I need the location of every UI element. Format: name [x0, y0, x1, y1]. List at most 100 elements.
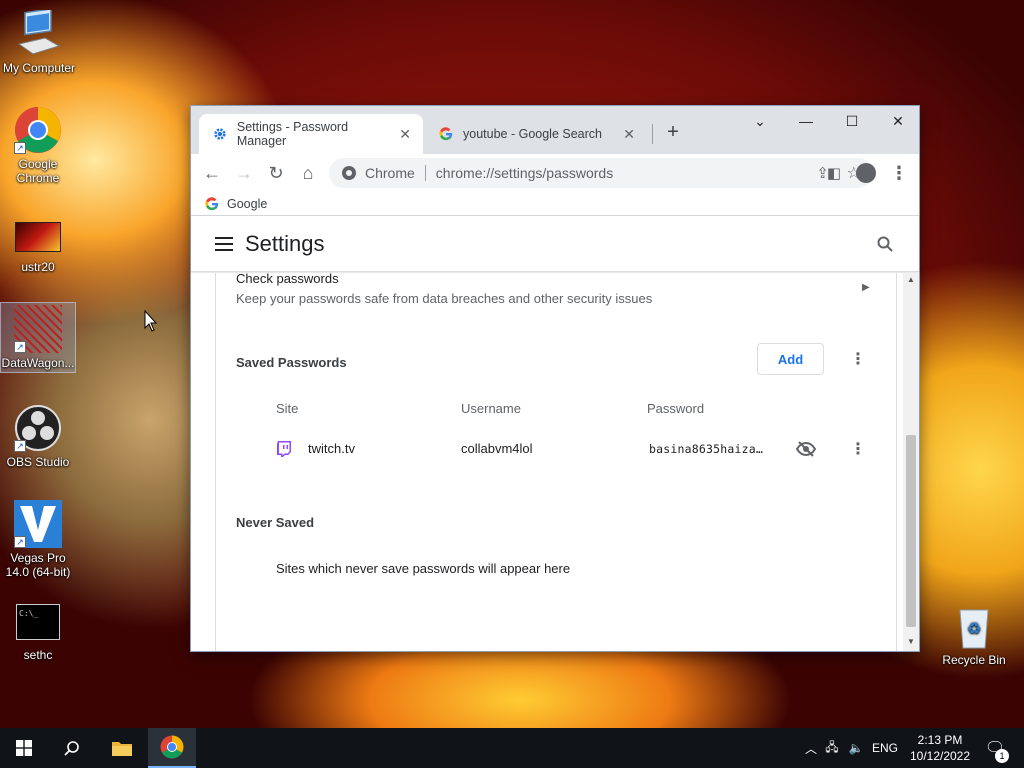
taskbar: ︿ 🖧 🔈 ENG 2:13 PM 10/12/2022 🗨 1 — [0, 728, 1024, 768]
desktop-icon-datawagon[interactable]: ↗ DataWagon... — [0, 302, 76, 373]
tab-search-chevron-icon[interactable]: ⌄ — [737, 106, 783, 136]
settings-content: Check passwords Keep your passwords safe… — [191, 273, 919, 651]
maximize-button[interactable]: ☐ — [829, 106, 875, 136]
reload-button[interactable]: ↻ — [260, 157, 292, 189]
bookmark-google[interactable]: Google — [205, 197, 267, 211]
home-button[interactable]: ⌂ — [292, 157, 324, 189]
desktop-icon-label: DataWagon... — [1, 356, 75, 370]
omnibox-chip: Chrome — [365, 165, 415, 181]
tab-separator — [652, 124, 653, 144]
chrome-menu-icon[interactable]: ⋮ — [883, 157, 915, 189]
never-saved-empty-text: Sites which never save passwords will ap… — [276, 561, 571, 576]
console-icon: C:\_ — [16, 604, 60, 640]
toolbar: ← → ↻ ⌂ Chrome chrome://settings/passwor… — [191, 154, 919, 192]
password-username: collabvm4lol — [461, 441, 533, 456]
minimize-button[interactable]: — — [783, 106, 829, 136]
new-tab-button[interactable]: + — [661, 120, 685, 144]
desktop-icon-label: sethc — [23, 648, 53, 662]
clock-date: 10/12/2022 — [909, 749, 971, 763]
app-thumbnail-icon — [15, 222, 61, 252]
desktop-icon-obs-studio[interactable]: ↗ OBS Studio — [0, 404, 76, 469]
back-button[interactable]: ← — [196, 157, 228, 189]
tab-settings-password-manager[interactable]: Settings - Password Manager ✕ — [199, 114, 423, 154]
password-site[interactable]: twitch.tv — [308, 441, 355, 456]
password-row[interactable]: twitch.tv collabvm4lol basina8635haiza… … — [216, 433, 896, 473]
tray-overflow-chevron-icon[interactable]: ︿ — [802, 740, 820, 757]
google-icon — [205, 196, 219, 210]
desktop-icon-label: OBS Studio — [6, 455, 70, 469]
scrollbar-thumb[interactable] — [906, 435, 916, 627]
system-tray: ︿ 🖧 🔈 ENG — [802, 728, 902, 768]
desktop-icon-ustr20[interactable]: ustr20 — [0, 222, 76, 274]
scrollbar[interactable]: ▲ ▼ — [903, 273, 919, 651]
chrome-icon — [160, 735, 184, 759]
column-header-site: Site — [276, 401, 299, 416]
page-title: Settings — [245, 230, 325, 256]
tab-title: Settings - Password Manager — [236, 120, 349, 148]
clock-time: 2:13 PM — [917, 733, 963, 747]
scroll-up-arrow-icon[interactable]: ▲ — [907, 275, 915, 284]
forward-button[interactable]: → — [228, 157, 260, 189]
check-passwords-title: Check passwords — [236, 273, 339, 286]
gear-icon — [214, 128, 226, 140]
tab-youtube-google-search[interactable]: youtube - Google Search ✕ — [425, 114, 647, 154]
computer-icon — [15, 8, 63, 58]
desktop-icon-label: Recycle Bin — [942, 653, 1006, 667]
start-button[interactable] — [0, 728, 48, 768]
settings-header: Settings — [191, 216, 919, 272]
taskbar-file-explorer[interactable] — [98, 728, 146, 768]
desktop-icon-google-chrome[interactable]: ↗ Google Chrome — [0, 106, 76, 185]
close-tab-icon[interactable]: ✕ — [623, 126, 635, 143]
bookmarks-bar: Google — [191, 192, 919, 216]
network-icon: ↗ — [14, 305, 62, 353]
hide-password-eye-icon[interactable] — [796, 441, 816, 457]
action-center-button[interactable]: 🗨 1 — [980, 728, 1010, 768]
taskbar-search-button[interactable] — [48, 728, 96, 768]
vegas-icon: ↗ — [14, 500, 62, 548]
desktop-icon-label: Google Chrome — [16, 157, 60, 185]
side-panel-icon[interactable]: ◧ — [818, 157, 850, 189]
svg-text:♻: ♻ — [967, 619, 981, 638]
windows-logo-icon — [16, 740, 32, 756]
bookmark-label: Google — [227, 196, 268, 211]
desktop-icon-label: Vegas Pro 14.0 (64-bit) — [5, 551, 71, 579]
network-icon[interactable]: 🖧 — [820, 738, 844, 759]
desktop-icon-sethc[interactable]: C:\_ sethc — [0, 604, 76, 662]
shortcut-arrow-icon: ↗ — [14, 341, 26, 353]
close-tab-icon[interactable]: ✕ — [399, 126, 411, 143]
search-icon — [64, 741, 79, 756]
language-indicator[interactable]: ENG — [868, 741, 902, 755]
close-window-button[interactable]: ✕ — [875, 106, 921, 136]
omnibox-separator — [424, 165, 426, 181]
scroll-down-arrow-icon[interactable]: ▼ — [907, 637, 915, 646]
hamburger-menu-icon[interactable] — [215, 236, 233, 251]
password-row-more-icon[interactable]: ⋮ — [848, 439, 868, 459]
chevron-right-icon: ▶ — [862, 282, 870, 293]
volume-icon[interactable]: 🔈 — [844, 741, 868, 755]
obs-icon: ↗ — [14, 404, 62, 452]
mouse-cursor-icon — [144, 310, 158, 332]
omnibox-url: chrome://settings/passwords — [435, 165, 614, 181]
chrome-window: Settings - Password Manager ✕ youtube - … — [190, 105, 920, 652]
password-value: basina8635haiza… — [649, 442, 763, 456]
profile-avatar-icon[interactable] — [850, 157, 882, 189]
google-icon — [439, 127, 453, 141]
desktop-icon-my-computer[interactable]: My Computer — [1, 8, 77, 75]
notification-badge: 1 — [995, 749, 1009, 763]
add-password-button[interactable]: Add — [757, 343, 824, 375]
shortcut-arrow-icon: ↗ — [14, 536, 26, 548]
check-passwords-row[interactable]: Check passwords Keep your passwords safe… — [216, 273, 896, 313]
clock[interactable]: 2:13 PM 10/12/2022 — [904, 728, 976, 768]
chrome-icon: ↗ — [14, 106, 62, 154]
desktop-icon-recycle-bin[interactable]: ♻ Recycle Bin — [936, 602, 1012, 667]
search-icon[interactable] — [877, 236, 893, 252]
saved-passwords-heading: Saved Passwords — [236, 355, 347, 370]
password-manager-card: Check passwords Keep your passwords safe… — [215, 273, 897, 651]
omnibox[interactable]: Chrome chrome://settings/passwords ⇪ ☆ — [329, 158, 873, 188]
saved-passwords-more-icon[interactable]: ⋮ — [848, 349, 868, 369]
never-saved-heading: Never Saved — [236, 515, 315, 530]
desktop-icon-vegas-pro[interactable]: ↗ Vegas Pro 14.0 (64-bit) — [0, 500, 76, 579]
chrome-logo-icon — [342, 166, 356, 180]
taskbar-chrome[interactable] — [148, 728, 196, 768]
shortcut-arrow-icon: ↗ — [14, 440, 26, 452]
